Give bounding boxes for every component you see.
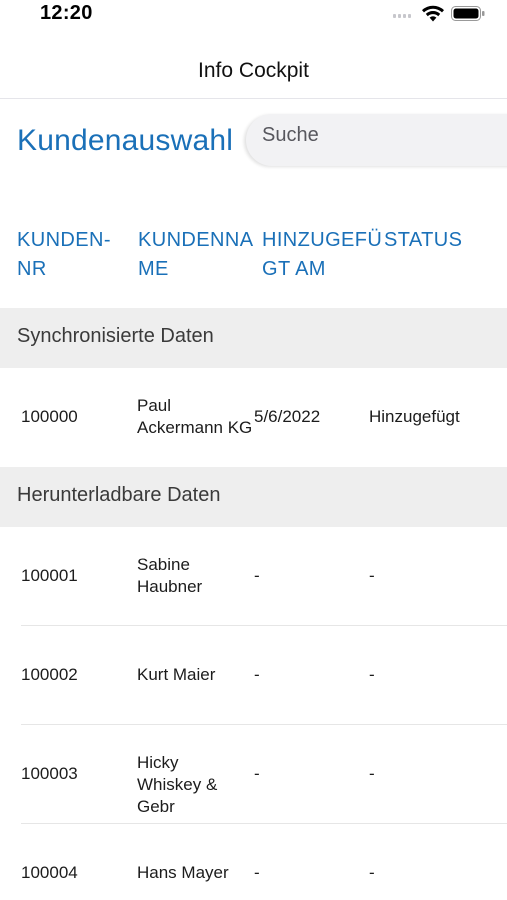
table-row[interactable]: 100003 Hicky Whiskey & Gebr - - [0,725,507,824]
table-row[interactable]: 100000 Paul Ackermann KG 5/6/2022 Hinzug… [0,368,507,467]
cell-customer-number: 100001 [21,566,78,585]
cell-status: - [369,764,375,783]
battery-icon [451,6,485,21]
section-label: Herunterladbare Daten [17,484,221,506]
table-row[interactable]: 100001 Sabine Haubner - - [0,527,507,626]
cell-status: - [369,665,375,684]
table-row[interactable]: 100002 Kurt Maier - - [0,626,507,725]
cell-customer-number: 100003 [21,764,78,783]
section-header-downloadable: Herunterladbare Daten [0,467,507,527]
cell-customer-number: 100000 [21,407,78,426]
cell-customer-name: Sabine Haubner [137,555,203,596]
column-header-customer-number[interactable]: KUNDEN- NR [17,226,111,284]
cell-added-on: - [254,665,260,684]
column-header-added-on[interactable]: HINZUGEFÜ GT AM [262,226,382,284]
search-input[interactable] [262,124,502,147]
cell-status: - [369,863,375,882]
status-time: 12:20 [40,2,93,24]
cell-added-on: - [254,566,260,585]
cell-customer-name: Hicky Whiskey & Gebr [137,753,218,816]
navigation-bar: Info Cockpit [0,45,507,99]
cell-customer-number: 100002 [21,665,78,684]
section-label: Synchronisierte Daten [17,325,214,347]
page-title: Kundenauswahl [17,124,234,157]
wifi-icon [422,5,444,22]
cell-status: - [369,566,375,585]
cell-customer-number: 100004 [21,863,78,882]
cell-added-on: - [254,863,260,882]
cell-customer-name: Hans Mayer [137,863,229,882]
nav-title: Info Cockpit [198,59,309,82]
cell-added-on: 5/6/2022 [254,407,321,426]
section-header-synced: Synchronisierte Daten [0,308,507,368]
search-bar[interactable] [246,114,507,166]
cell-customer-name: Paul Ackermann KG [137,396,253,437]
cell-added-on: - [254,764,260,783]
cellular-signal-icon [393,12,415,18]
cell-status: Hinzugefügt [369,407,460,426]
table-row[interactable]: 100004 Hans Mayer - - [0,824,507,900]
status-bar: 12:20 [0,0,507,30]
cell-customer-name: Kurt Maier [137,665,216,684]
column-header-status[interactable]: STATUS [384,226,462,255]
column-header-customer-name[interactable]: KUNDENNA ME [138,226,253,284]
